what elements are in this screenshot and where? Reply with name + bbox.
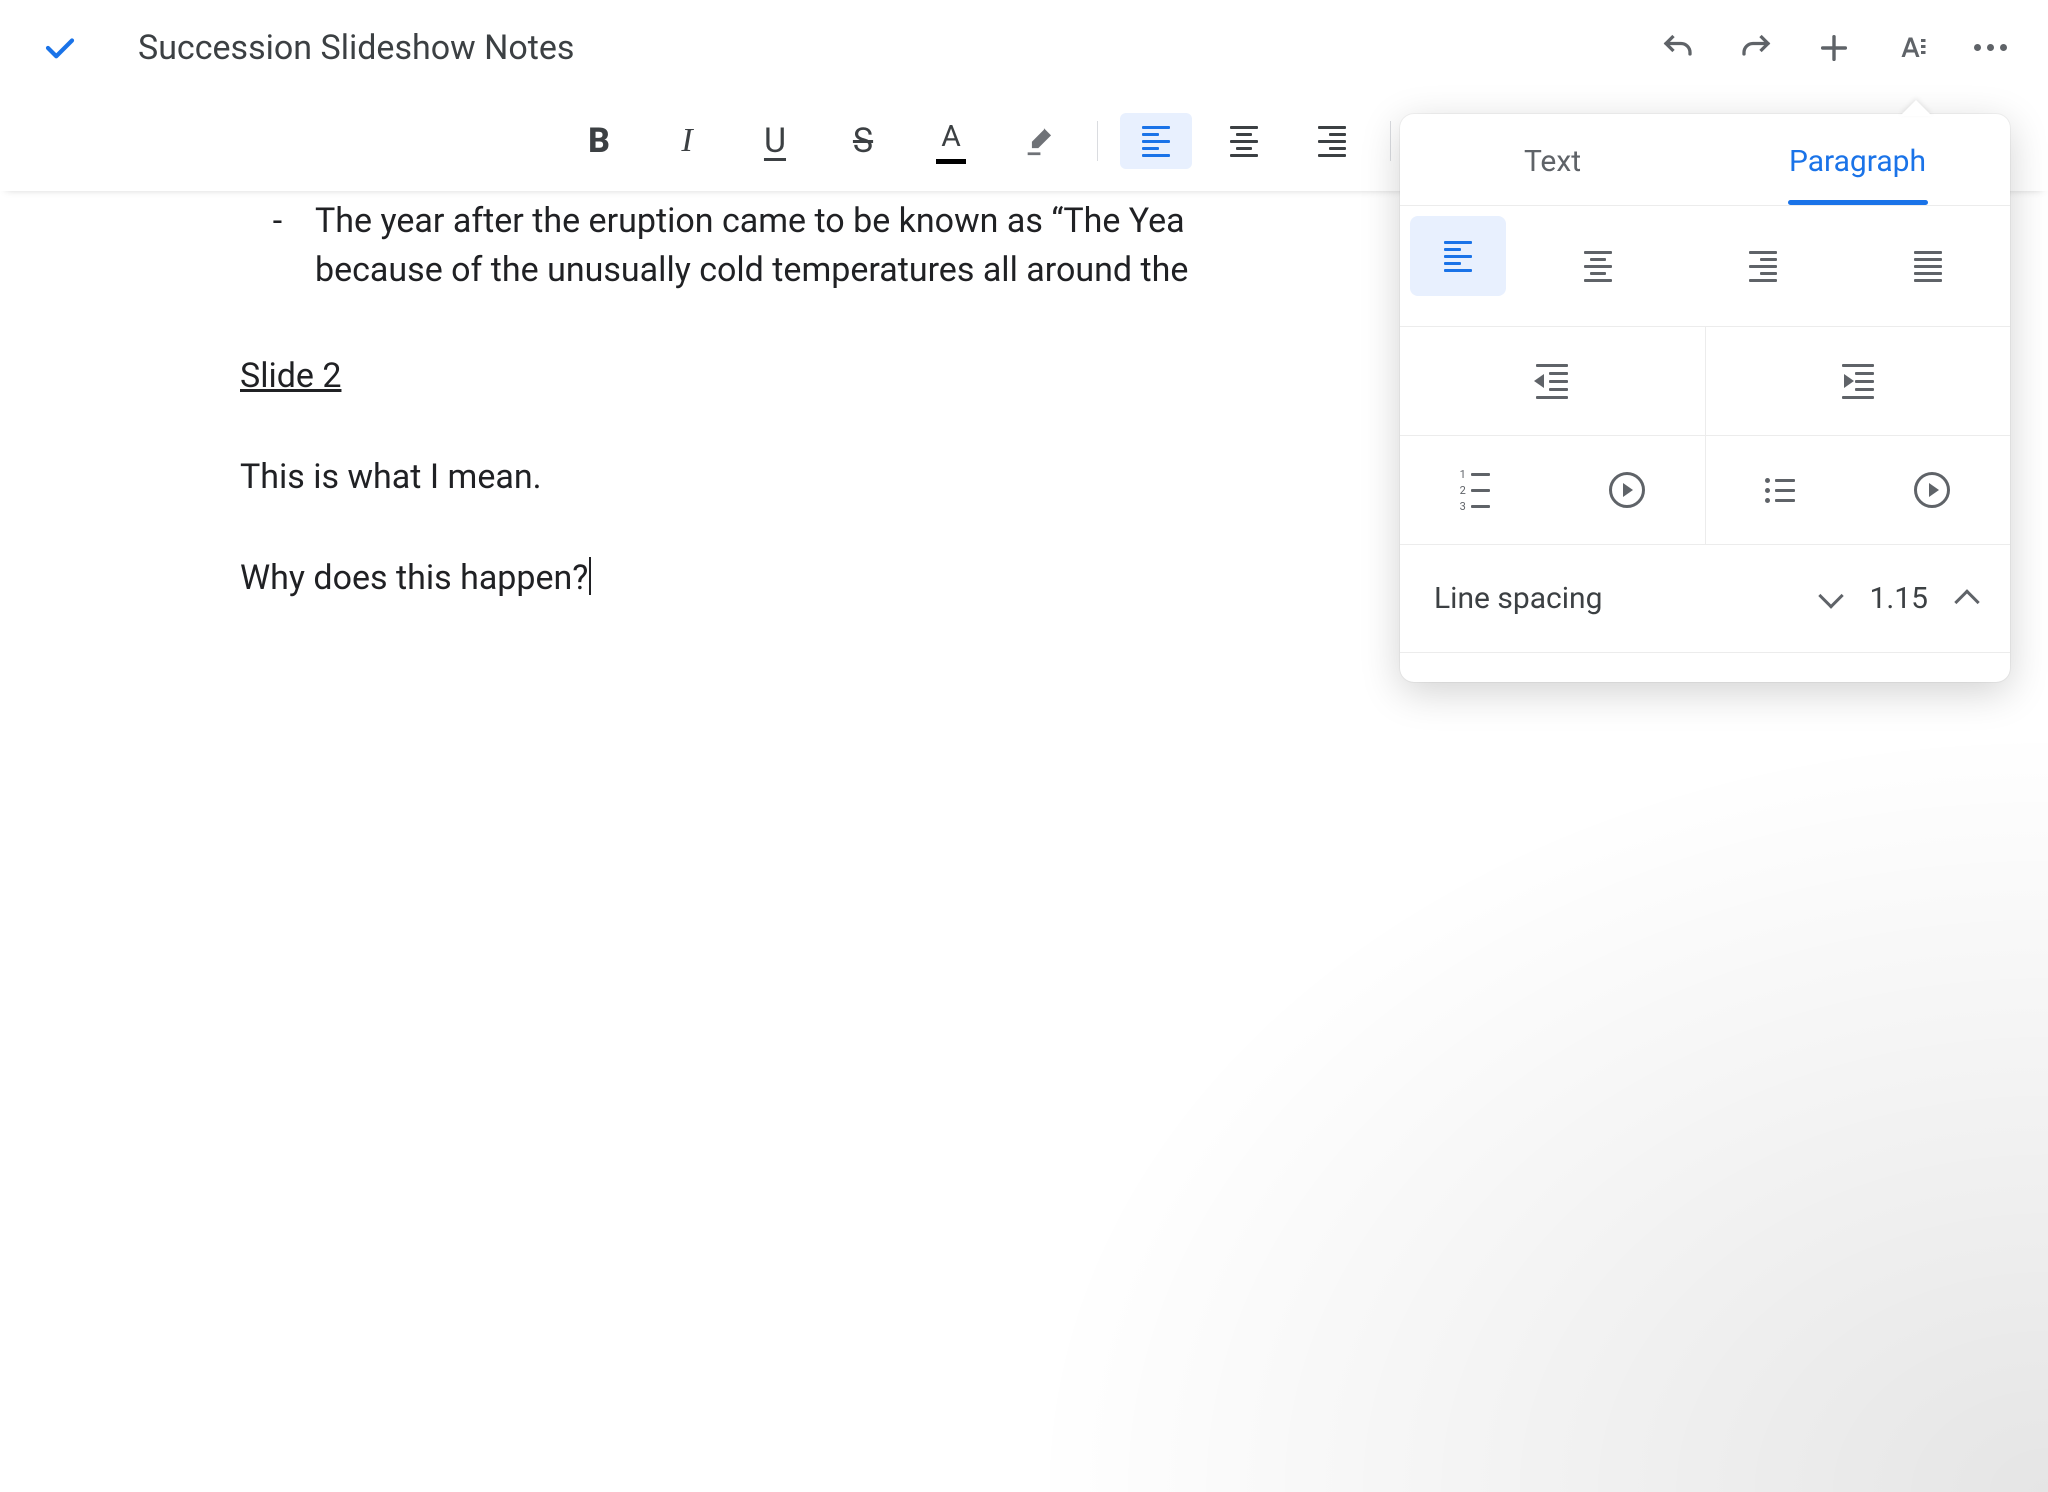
- increase-indent-icon: [1842, 364, 1874, 399]
- numbered-list-options-button[interactable]: [1609, 472, 1645, 508]
- alignment-row: [1400, 205, 2010, 326]
- align-right-button[interactable]: [1296, 113, 1368, 169]
- bold-button[interactable]: B: [563, 113, 635, 169]
- decrease-indent-icon: [1536, 364, 1568, 399]
- header-actions: [1660, 30, 2008, 66]
- highlight-button[interactable]: [1003, 113, 1075, 169]
- document-title[interactable]: Succession Slideshow Notes: [138, 28, 1660, 68]
- insert-plus-icon[interactable]: [1816, 30, 1852, 66]
- line-spacing-value: 1.15: [1870, 581, 1929, 616]
- panel-tabs: Text Paragraph: [1400, 114, 2010, 205]
- panel-align-center-button[interactable]: [1516, 216, 1681, 316]
- align-left-button[interactable]: [1120, 113, 1192, 169]
- bullet-dash-icon: -: [240, 197, 315, 296]
- more-icon[interactable]: [1972, 30, 2008, 66]
- indent-row: [1400, 326, 2010, 435]
- separator: [1097, 121, 1098, 161]
- header-bar: Succession Slideshow Notes: [0, 0, 2048, 95]
- bulleted-list-icon[interactable]: [1765, 478, 1795, 503]
- background-vignette: [848, 592, 2048, 1492]
- redo-icon[interactable]: [1738, 30, 1774, 66]
- body-text[interactable]: The year after the eruption came to be k…: [315, 201, 1185, 241]
- body-text[interactable]: because of the unusually cold temperatur…: [315, 250, 1188, 290]
- chevron-up-icon[interactable]: [1954, 589, 1979, 614]
- tab-text[interactable]: Text: [1400, 114, 1705, 205]
- chevron-down-icon[interactable]: [1818, 583, 1843, 608]
- panel-align-justify-button[interactable]: [1845, 216, 2010, 316]
- decrease-indent-button[interactable]: [1400, 327, 1705, 435]
- numbered-list-icon[interactable]: 1 2 3: [1460, 469, 1490, 512]
- paragraph-panel: Text Paragraph: [1400, 114, 2010, 682]
- separator: [1390, 121, 1391, 161]
- panel-align-right-button[interactable]: [1681, 216, 1846, 316]
- italic-button[interactable]: I: [651, 113, 723, 169]
- strikethrough-button[interactable]: S: [827, 113, 899, 169]
- done-check-icon[interactable]: [42, 30, 78, 66]
- increase-indent-button[interactable]: [1705, 327, 2011, 435]
- list-style-row: 1 2 3: [1400, 435, 2010, 544]
- text-cursor: [589, 557, 591, 595]
- line-spacing-row: Line spacing 1.15: [1400, 544, 2010, 652]
- tab-paragraph[interactable]: Paragraph: [1705, 114, 2010, 205]
- line-spacing-label: Line spacing: [1434, 581, 1602, 616]
- underline-button[interactable]: U: [739, 113, 811, 169]
- panel-align-left-button[interactable]: [1410, 216, 1506, 296]
- bulleted-list-options-button[interactable]: [1914, 472, 1950, 508]
- align-center-button[interactable]: [1208, 113, 1280, 169]
- text-color-button[interactable]: A: [915, 113, 987, 169]
- undo-icon[interactable]: [1660, 30, 1696, 66]
- text-format-icon[interactable]: [1894, 30, 1930, 66]
